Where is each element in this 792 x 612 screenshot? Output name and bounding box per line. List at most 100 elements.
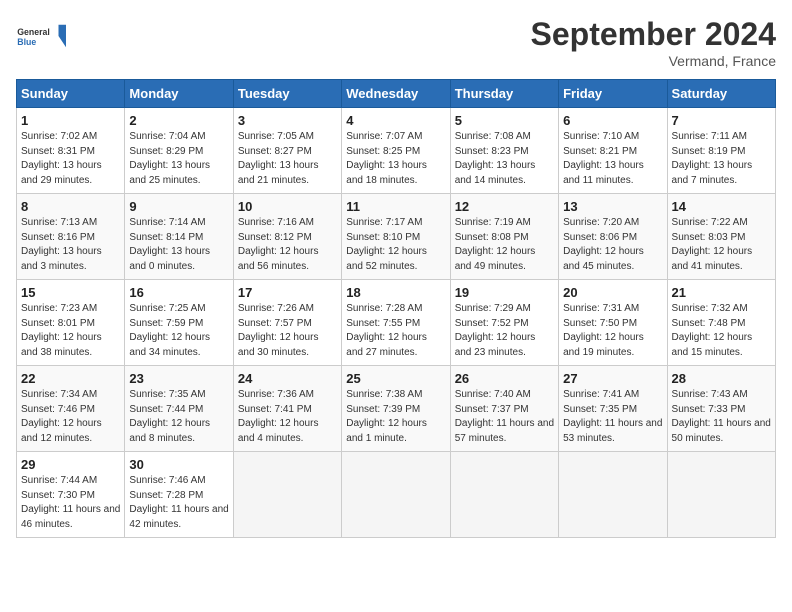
calendar-week-row: 22 Sunrise: 7:34 AMSunset: 7:46 PMDaylig… xyxy=(17,366,776,452)
calendar-week-row: 29 Sunrise: 7:44 AMSunset: 7:30 PMDaylig… xyxy=(17,452,776,538)
day-number: 23 xyxy=(129,371,228,386)
day-number: 11 xyxy=(346,199,445,214)
calendar-day-cell: 5 Sunrise: 7:08 AMSunset: 8:23 PMDayligh… xyxy=(450,108,558,194)
calendar-day-cell: 26 Sunrise: 7:40 AMSunset: 7:37 PMDaylig… xyxy=(450,366,558,452)
day-number: 6 xyxy=(563,113,662,128)
weekday-header: Saturday xyxy=(667,80,775,108)
day-number: 9 xyxy=(129,199,228,214)
day-info: Sunrise: 7:16 AMSunset: 8:12 PMDaylight:… xyxy=(238,217,319,272)
day-number: 18 xyxy=(346,285,445,300)
calendar-week-row: 15 Sunrise: 7:23 AMSunset: 8:01 PMDaylig… xyxy=(17,280,776,366)
day-info: Sunrise: 7:13 AMSunset: 8:16 PMDaylight:… xyxy=(21,217,102,272)
calendar-day-cell xyxy=(559,452,667,538)
day-number: 22 xyxy=(21,371,120,386)
day-info: Sunrise: 7:38 AMSunset: 7:39 PMDaylight:… xyxy=(346,389,427,444)
calendar-day-cell: 9 Sunrise: 7:14 AMSunset: 8:14 PMDayligh… xyxy=(125,194,233,280)
calendar-day-cell: 25 Sunrise: 7:38 AMSunset: 7:39 PMDaylig… xyxy=(342,366,450,452)
calendar-day-cell: 29 Sunrise: 7:44 AMSunset: 7:30 PMDaylig… xyxy=(17,452,125,538)
day-info: Sunrise: 7:35 AMSunset: 7:44 PMDaylight:… xyxy=(129,389,210,444)
day-number: 4 xyxy=(346,113,445,128)
svg-text:General: General xyxy=(17,27,50,37)
day-number: 1 xyxy=(21,113,120,128)
day-number: 19 xyxy=(455,285,554,300)
day-number: 3 xyxy=(238,113,337,128)
day-info: Sunrise: 7:08 AMSunset: 8:23 PMDaylight:… xyxy=(455,131,536,186)
day-info: Sunrise: 7:41 AMSunset: 7:35 PMDaylight:… xyxy=(563,389,662,444)
day-info: Sunrise: 7:04 AMSunset: 8:29 PMDaylight:… xyxy=(129,131,210,186)
calendar-day-cell: 8 Sunrise: 7:13 AMSunset: 8:16 PMDayligh… xyxy=(17,194,125,280)
day-number: 21 xyxy=(672,285,771,300)
day-number: 25 xyxy=(346,371,445,386)
calendar-day-cell: 28 Sunrise: 7:43 AMSunset: 7:33 PMDaylig… xyxy=(667,366,775,452)
calendar-day-cell: 3 Sunrise: 7:05 AMSunset: 8:27 PMDayligh… xyxy=(233,108,341,194)
day-info: Sunrise: 7:17 AMSunset: 8:10 PMDaylight:… xyxy=(346,217,427,272)
day-info: Sunrise: 7:22 AMSunset: 8:03 PMDaylight:… xyxy=(672,217,753,272)
calendar-day-cell: 20 Sunrise: 7:31 AMSunset: 7:50 PMDaylig… xyxy=(559,280,667,366)
day-info: Sunrise: 7:29 AMSunset: 7:52 PMDaylight:… xyxy=(455,303,536,358)
day-info: Sunrise: 7:10 AMSunset: 8:21 PMDaylight:… xyxy=(563,131,644,186)
day-number: 8 xyxy=(21,199,120,214)
calendar-table: SundayMondayTuesdayWednesdayThursdayFrid… xyxy=(16,79,776,538)
title-block: September 2024 Vermand, France xyxy=(531,16,776,69)
day-info: Sunrise: 7:34 AMSunset: 7:46 PMDaylight:… xyxy=(21,389,102,444)
calendar-day-cell: 21 Sunrise: 7:32 AMSunset: 7:48 PMDaylig… xyxy=(667,280,775,366)
calendar-day-cell: 15 Sunrise: 7:23 AMSunset: 8:01 PMDaylig… xyxy=(17,280,125,366)
calendar-day-cell: 22 Sunrise: 7:34 AMSunset: 7:46 PMDaylig… xyxy=(17,366,125,452)
calendar-day-cell xyxy=(450,452,558,538)
day-number: 24 xyxy=(238,371,337,386)
svg-text:Blue: Blue xyxy=(17,37,36,47)
calendar-day-cell: 23 Sunrise: 7:35 AMSunset: 7:44 PMDaylig… xyxy=(125,366,233,452)
weekday-header: Wednesday xyxy=(342,80,450,108)
calendar-day-cell: 30 Sunrise: 7:46 AMSunset: 7:28 PMDaylig… xyxy=(125,452,233,538)
calendar-day-cell: 16 Sunrise: 7:25 AMSunset: 7:59 PMDaylig… xyxy=(125,280,233,366)
day-info: Sunrise: 7:40 AMSunset: 7:37 PMDaylight:… xyxy=(455,389,554,444)
weekday-header: Friday xyxy=(559,80,667,108)
calendar-day-cell: 2 Sunrise: 7:04 AMSunset: 8:29 PMDayligh… xyxy=(125,108,233,194)
day-number: 5 xyxy=(455,113,554,128)
day-info: Sunrise: 7:11 AMSunset: 8:19 PMDaylight:… xyxy=(672,131,753,186)
day-info: Sunrise: 7:05 AMSunset: 8:27 PMDaylight:… xyxy=(238,131,319,186)
day-number: 28 xyxy=(672,371,771,386)
calendar-day-cell: 10 Sunrise: 7:16 AMSunset: 8:12 PMDaylig… xyxy=(233,194,341,280)
day-number: 26 xyxy=(455,371,554,386)
day-info: Sunrise: 7:07 AMSunset: 8:25 PMDaylight:… xyxy=(346,131,427,186)
calendar-day-cell: 6 Sunrise: 7:10 AMSunset: 8:21 PMDayligh… xyxy=(559,108,667,194)
calendar-day-cell: 19 Sunrise: 7:29 AMSunset: 7:52 PMDaylig… xyxy=(450,280,558,366)
location-subtitle: Vermand, France xyxy=(531,53,776,69)
day-info: Sunrise: 7:26 AMSunset: 7:57 PMDaylight:… xyxy=(238,303,319,358)
day-info: Sunrise: 7:46 AMSunset: 7:28 PMDaylight:… xyxy=(129,475,228,530)
header-row: SundayMondayTuesdayWednesdayThursdayFrid… xyxy=(17,80,776,108)
day-info: Sunrise: 7:44 AMSunset: 7:30 PMDaylight:… xyxy=(21,475,120,530)
calendar-day-cell xyxy=(342,452,450,538)
day-info: Sunrise: 7:25 AMSunset: 7:59 PMDaylight:… xyxy=(129,303,210,358)
day-number: 2 xyxy=(129,113,228,128)
weekday-header: Thursday xyxy=(450,80,558,108)
day-number: 7 xyxy=(672,113,771,128)
calendar-day-cell: 4 Sunrise: 7:07 AMSunset: 8:25 PMDayligh… xyxy=(342,108,450,194)
calendar-week-row: 1 Sunrise: 7:02 AMSunset: 8:31 PMDayligh… xyxy=(17,108,776,194)
day-info: Sunrise: 7:19 AMSunset: 8:08 PMDaylight:… xyxy=(455,217,536,272)
day-info: Sunrise: 7:02 AMSunset: 8:31 PMDaylight:… xyxy=(21,131,102,186)
page-header: General Blue September 2024 Vermand, Fra… xyxy=(16,16,776,69)
calendar-day-cell: 24 Sunrise: 7:36 AMSunset: 7:41 PMDaylig… xyxy=(233,366,341,452)
weekday-header: Sunday xyxy=(17,80,125,108)
calendar-day-cell: 18 Sunrise: 7:28 AMSunset: 7:55 PMDaylig… xyxy=(342,280,450,366)
day-number: 27 xyxy=(563,371,662,386)
day-number: 12 xyxy=(455,199,554,214)
day-info: Sunrise: 7:23 AMSunset: 8:01 PMDaylight:… xyxy=(21,303,102,358)
calendar-day-cell: 27 Sunrise: 7:41 AMSunset: 7:35 PMDaylig… xyxy=(559,366,667,452)
day-number: 13 xyxy=(563,199,662,214)
calendar-day-cell: 17 Sunrise: 7:26 AMSunset: 7:57 PMDaylig… xyxy=(233,280,341,366)
day-number: 17 xyxy=(238,285,337,300)
day-number: 20 xyxy=(563,285,662,300)
day-info: Sunrise: 7:20 AMSunset: 8:06 PMDaylight:… xyxy=(563,217,644,272)
weekday-header: Tuesday xyxy=(233,80,341,108)
calendar-day-cell xyxy=(667,452,775,538)
calendar-day-cell: 14 Sunrise: 7:22 AMSunset: 8:03 PMDaylig… xyxy=(667,194,775,280)
calendar-day-cell: 11 Sunrise: 7:17 AMSunset: 8:10 PMDaylig… xyxy=(342,194,450,280)
day-number: 15 xyxy=(21,285,120,300)
logo: General Blue xyxy=(16,16,66,56)
calendar-week-row: 8 Sunrise: 7:13 AMSunset: 8:16 PMDayligh… xyxy=(17,194,776,280)
calendar-day-cell: 7 Sunrise: 7:11 AMSunset: 8:19 PMDayligh… xyxy=(667,108,775,194)
weekday-header: Monday xyxy=(125,80,233,108)
